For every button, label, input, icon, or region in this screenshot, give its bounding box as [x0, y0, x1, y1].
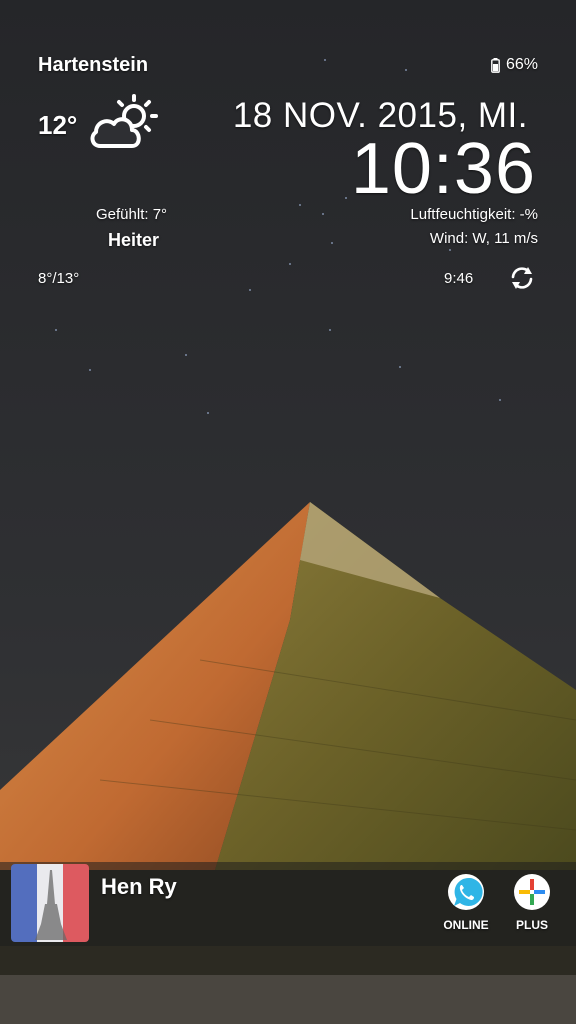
current-temperature[interactable]: 12°: [38, 110, 77, 141]
weather-condition-label: Heiter: [108, 230, 160, 250]
last-updated-time: 9:46: [444, 270, 474, 287]
plus-messenger-shortcut[interactable]: PLUS: [502, 872, 562, 932]
whatsapp-label: ONLINE: [443, 918, 489, 932]
feels-like-label: Gefühlt: 7°: [96, 206, 168, 223]
location-label[interactable]: Hartenstein: [38, 54, 148, 77]
humidity-label: Luftfeuchtigkeit: -%: [410, 206, 538, 223]
time-label[interactable]: 10:36: [351, 128, 536, 210]
contact-avatar[interactable]: [11, 864, 89, 942]
refresh-icon[interactable]: [508, 264, 536, 292]
battery-icon: [491, 57, 500, 73]
partly-sunny-icon[interactable]: [86, 92, 162, 154]
whatsapp-icon[interactable]: [446, 872, 486, 912]
plus-messenger-icon[interactable]: [512, 872, 552, 912]
plus-label: PLUS: [515, 918, 548, 932]
battery-status: 66%: [491, 56, 538, 74]
min-max-temperature: 8°/13°: [38, 270, 80, 287]
contact-name[interactable]: Hen Ry: [101, 874, 177, 900]
whatsapp-shortcut[interactable]: ONLINE: [436, 872, 496, 932]
wind-label: Wind: W, 11 m/s: [429, 230, 538, 247]
battery-percentage: 66%: [505, 56, 538, 73]
